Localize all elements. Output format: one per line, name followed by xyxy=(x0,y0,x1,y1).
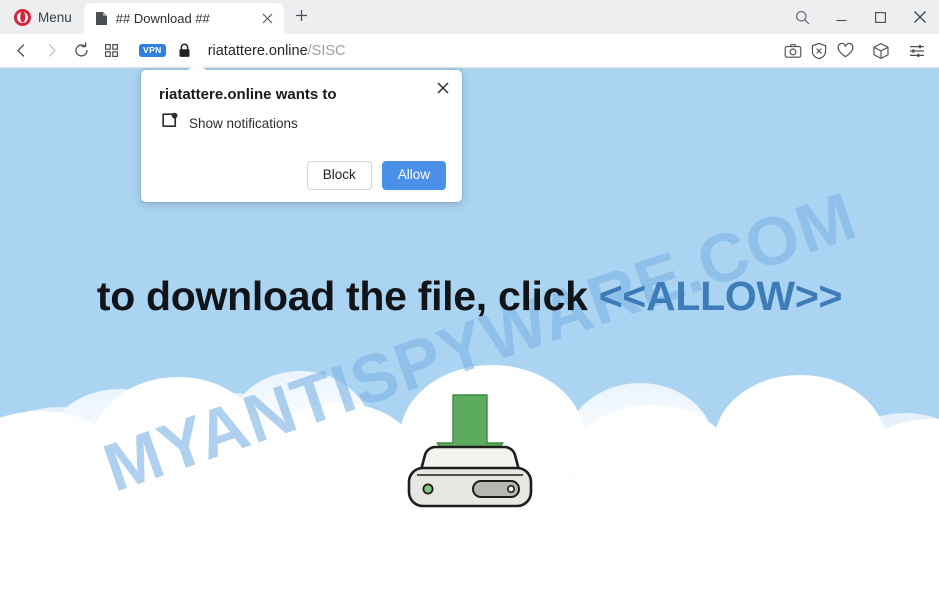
ad-blocker-icon[interactable] xyxy=(806,37,832,65)
new-tab-button[interactable] xyxy=(287,2,317,33)
browser-toolbar-icons xyxy=(780,37,930,65)
plus-icon xyxy=(295,9,308,27)
back-arrow-icon[interactable] xyxy=(6,37,36,65)
snapshot-icon[interactable] xyxy=(780,37,806,65)
page-icon xyxy=(95,11,108,26)
permission-row: Show notifications xyxy=(161,112,446,134)
opera-logo-icon xyxy=(14,8,31,26)
browser-window: Menu ## Download ## VPN riatattere.onlin… xyxy=(0,0,939,595)
reload-icon[interactable] xyxy=(66,37,96,65)
browser-tab[interactable]: ## Download ## xyxy=(83,3,284,34)
url-path: /SISC xyxy=(307,42,346,59)
url-host: riatattere.online xyxy=(207,42,308,59)
opera-menu-button[interactable]: Menu xyxy=(0,0,84,34)
cube-icon[interactable] xyxy=(868,37,894,65)
vpn-badge[interactable]: VPN xyxy=(139,44,166,57)
headline-text: to download the file, click xyxy=(96,273,599,319)
permission-label: Show notifications xyxy=(189,115,298,131)
close-icon[interactable] xyxy=(258,9,278,29)
forward-arrow-icon xyxy=(36,37,66,65)
close-window-icon[interactable] xyxy=(900,0,939,34)
address-bar: VPN riatattere.online/SISC xyxy=(0,34,939,68)
url-input[interactable]: VPN riatattere.online/SISC xyxy=(126,37,780,65)
tab-strip: Menu ## Download ## xyxy=(0,0,939,34)
grid-icon[interactable] xyxy=(96,37,126,65)
notifications-permission-icon xyxy=(161,112,178,134)
dialog-title: riatattere.online wants to xyxy=(159,86,337,103)
window-controls xyxy=(783,0,939,34)
url-text: riatattere.online/SISC xyxy=(208,43,346,59)
tab-title: ## Download ## xyxy=(115,11,210,26)
maximize-icon[interactable] xyxy=(861,0,900,34)
page-headline: to download the file, click <<ALLOW>> xyxy=(0,273,939,320)
search-icon[interactable] xyxy=(783,0,822,34)
block-button[interactable]: Block xyxy=(306,161,372,191)
headline-allow-word: <<ALLOW>> xyxy=(598,273,843,319)
settings-sliders-icon[interactable] xyxy=(904,37,930,65)
lock-icon[interactable] xyxy=(178,43,191,58)
menu-label: Menu xyxy=(38,9,72,25)
dialog-actions: Block Allow xyxy=(159,161,446,191)
notification-permission-dialog: riatattere.online wants to Show notifica… xyxy=(141,62,462,203)
minimize-icon[interactable] xyxy=(822,0,861,34)
allow-button[interactable]: Allow xyxy=(381,161,446,191)
dialog-pointer-arrow xyxy=(188,62,206,70)
heart-icon[interactable] xyxy=(832,37,858,65)
close-icon[interactable] xyxy=(432,77,454,99)
external-drive-download-icon xyxy=(395,393,545,508)
